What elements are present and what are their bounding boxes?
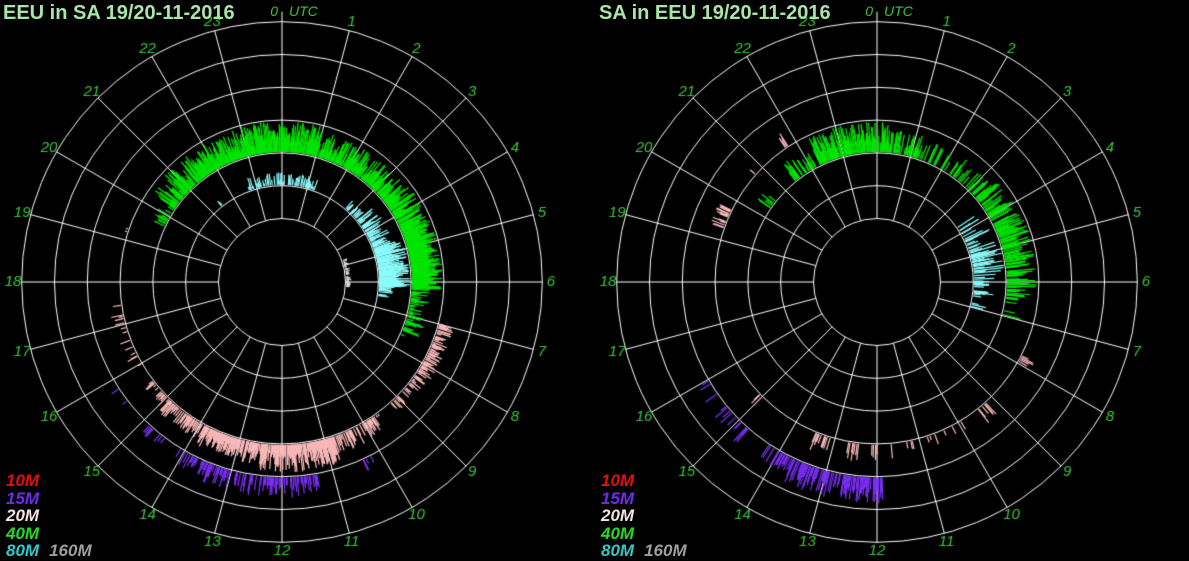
- legend-item-15m: 15M: [601, 490, 634, 508]
- legend-row: 15M: [6, 490, 92, 508]
- legend-row: 20M: [601, 507, 687, 525]
- polar-hour-charts-canvas: [0, 0, 1189, 561]
- legend-item-160m: 160M: [49, 542, 92, 560]
- legend-item-15m: 15M: [6, 490, 39, 508]
- utc-label-left: UTC: [289, 3, 318, 19]
- legend-item-80m: 80M: [6, 542, 39, 560]
- legend-item-40m: 40M: [601, 525, 634, 543]
- band-legend-right: 10M 15M 20M 40M 80M 160M: [601, 472, 687, 560]
- legend-item-10m: 10M: [6, 472, 39, 490]
- band-legend-left: 10M 15M 20M 40M 80M 160M: [6, 472, 92, 560]
- legend-item-10m: 10M: [601, 472, 634, 490]
- legend-row: 40M: [6, 525, 92, 543]
- utc-label-right: UTC: [884, 3, 913, 19]
- legend-row: 40M: [601, 525, 687, 543]
- chart-title-right: SA in EEU 19/20-11-2016: [599, 2, 831, 25]
- legend-row: 80M 160M: [601, 542, 687, 560]
- legend-row: 10M: [601, 472, 687, 490]
- legend-row: 20M: [6, 507, 92, 525]
- legend-item-80m: 80M: [601, 542, 634, 560]
- legend-item-160m: 160M: [644, 542, 687, 560]
- legend-row: 15M: [601, 490, 687, 508]
- hour-zero-label-left: 0: [258, 3, 278, 19]
- legend-row: 10M: [6, 472, 92, 490]
- legend-row: 80M 160M: [6, 542, 92, 560]
- hour-zero-label-right: 0: [853, 3, 873, 19]
- legend-item-40m: 40M: [6, 525, 39, 543]
- legend-item-20m: 20M: [6, 507, 39, 525]
- legend-item-20m: 20M: [601, 507, 634, 525]
- chart-title-left: EEU in SA 19/20-11-2016: [3, 2, 235, 25]
- propagation-charts-page: EEU in SA 19/20-11-2016 SA in EEU 19/20-…: [0, 0, 1189, 561]
